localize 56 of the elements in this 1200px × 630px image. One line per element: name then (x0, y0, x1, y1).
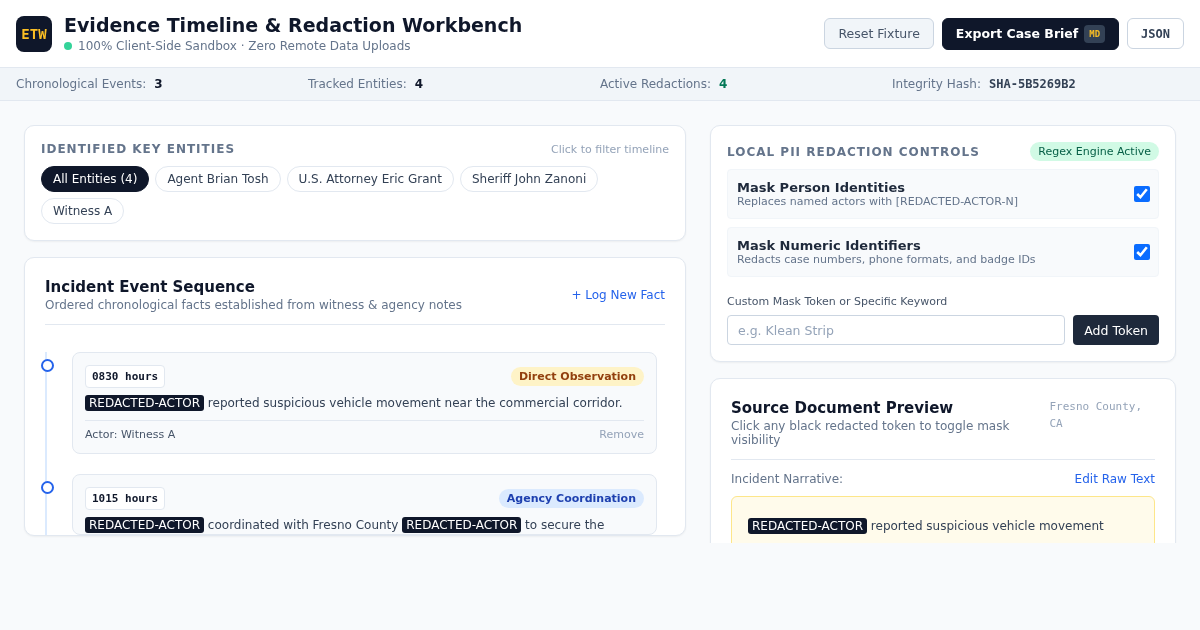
actor-label: Actor: Witness A (85, 428, 176, 441)
category-badge: Direct Observation (510, 367, 644, 386)
option-description: Replaces named actors with [REDACTED-ACTOR-N] (737, 195, 1019, 208)
checkbox[interactable] (1134, 186, 1150, 202)
section-title: Incident Event Sequence (45, 278, 256, 296)
redacted-token[interactable]: REDACTED-ACTOR (748, 518, 868, 534)
stat-value: 3 (154, 77, 163, 91)
stat-value: 4 (718, 77, 728, 91)
redacted-token[interactable]: REDACTED-ACTOR (85, 517, 205, 533)
redacted-token[interactable]: REDACTED-ACTOR (402, 517, 522, 533)
stat-label: Tracked Entities: (308, 77, 407, 91)
status-badge: Regex Engine Active (1030, 142, 1159, 161)
option-title: Mask Numeric Identifiers (737, 238, 922, 253)
option-description: Redacts case numbers, phone formats, and badge IDs (737, 253, 1037, 266)
entity-chip[interactable]: All Entities (4) (41, 166, 150, 192)
redacted-token[interactable]: REDACTED-ACTOR (85, 395, 205, 411)
logo-icon: ETW (16, 15, 52, 52)
option-title: Mask Person Identities (737, 180, 906, 195)
edit-link[interactable]: Edit Raw Text (1074, 472, 1155, 486)
narrative-text: REDACTED-ACTOR reported suspicious vehicle movement (748, 517, 1138, 535)
app-title: Evidence Timeline & Redaction Workbench (64, 14, 523, 36)
entity-chip[interactable]: Sheriff John Zanoni (459, 166, 599, 192)
section-subtitle: Ordered chronological facts established from witness & agency notes (45, 298, 462, 312)
section-title: Source Document Preview (731, 399, 955, 417)
status-dot-icon (64, 42, 72, 50)
location-label: Fresno County, CA (1049, 399, 1144, 432)
format-badge: MD (1084, 24, 1106, 43)
stat-value: 4 (414, 77, 424, 91)
narrative-label: Incident Narrative: (731, 472, 844, 486)
stat-label: Integrity Hash: (892, 77, 981, 91)
category-badge: Agency Coordination (498, 489, 644, 508)
reset-button[interactable]: Reset Fixture (824, 18, 934, 49)
section-title: IDENTIFIED KEY ENTITIES (41, 142, 236, 156)
time-label: 1015 hours (85, 487, 166, 510)
event-description: REDACTED-ACTOR reported suspicious vehicle movement near the commercial corridor. (85, 394, 644, 412)
log-fact-link[interactable]: + Log New Fact (571, 288, 665, 302)
entity-chip[interactable]: U.S. Attorney Eric Grant (286, 166, 454, 192)
input-field[interactable]: e.g. Klean Strip (727, 315, 1066, 345)
add-token-button[interactable]: Add Token (1073, 315, 1159, 345)
section-subtitle: Click any black redacted token to toggle mask visibility (731, 419, 1011, 447)
stat-label: Chronological Events: (16, 77, 147, 91)
section-title: LOCAL PII REDACTION CONTROLS (727, 144, 980, 159)
event-description: REDACTED-ACTOR coordinated with Fresno County REDACTED-ACTOR to secure the (85, 516, 644, 534)
time-label: 0830 hours (85, 365, 166, 388)
stat-label: Active Redactions: (600, 77, 711, 91)
timeline-node-icon (41, 481, 54, 494)
stat-value: SHA-5B5269B2 (989, 77, 1076, 91)
field-label: Custom Mask Token or Specific Keyword (727, 295, 949, 308)
timeline-node-icon (41, 359, 54, 372)
export-button[interactable]: Export Case Brief MD (941, 17, 1120, 50)
json-button[interactable]: JSON (1127, 18, 1184, 49)
entity-chip[interactable]: Agent Brian Tosh (155, 166, 281, 192)
hint-text: Click to filter timeline (550, 142, 669, 156)
entity-chip[interactable]: Witness A (41, 198, 125, 224)
app-subtitle: 100% Client-Side Sandbox · Zero Remote Data Uploads (78, 39, 411, 53)
checkbox[interactable] (1134, 244, 1150, 260)
